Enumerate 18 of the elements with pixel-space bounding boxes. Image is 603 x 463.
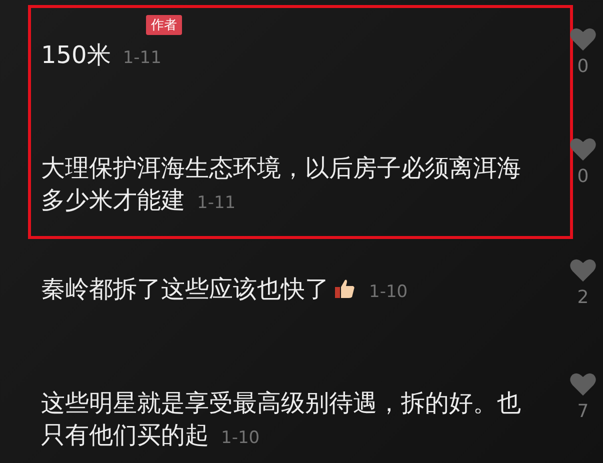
comment-date: 1-11 [197,193,236,213]
like-count: 7 [577,401,589,422]
comment-text: 秦岭都拆了这些应该也快了 1-10 [41,274,409,305]
heart-icon[interactable] [569,26,597,52]
comment-date: 1-10 [221,428,260,448]
comment-text: 150米 1-11 [41,40,162,71]
like-count: 0 [577,56,589,77]
comment-text: 大理保护洱海生态环境，以后房子必须离洱海多少米才能建 1-11 [41,153,522,216]
thumbs-up-icon [333,277,357,301]
comment-text: 这些明星就是享受最高级别待遇，拆的好。也只有他们买的起 1-10 [41,388,522,451]
heart-icon[interactable] [569,257,597,283]
comment-date: 1-11 [122,48,162,68]
author-badge: 作者 [146,15,182,35]
heart-icon[interactable] [569,136,597,162]
like-count: 0 [577,166,589,187]
comment-date: 1-10 [369,282,408,302]
heart-icon[interactable] [569,371,597,397]
like-count: 2 [577,287,589,308]
